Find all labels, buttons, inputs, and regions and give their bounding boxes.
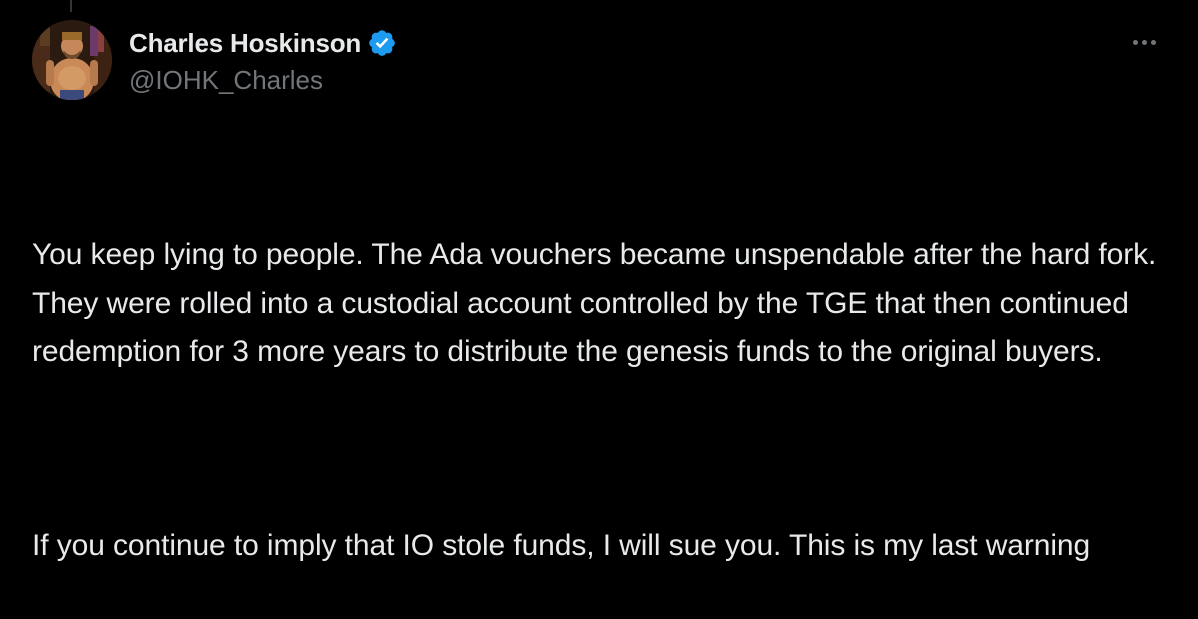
verified-badge-icon[interactable] bbox=[367, 28, 397, 58]
tweet-paragraph: You keep lying to people. The Ada vouche… bbox=[32, 238, 1164, 368]
avatar-image bbox=[32, 20, 112, 100]
author-display-name[interactable]: Charles Hoskinson bbox=[129, 28, 361, 59]
more-options-icon[interactable] bbox=[1124, 30, 1164, 54]
thread-connector-line bbox=[70, 0, 72, 12]
tweet-paragraph: If you continue to imply that IO stole f… bbox=[32, 529, 1091, 562]
more-dot bbox=[1141, 39, 1147, 45]
tweet-text: You keep lying to people. The Ada vouche… bbox=[32, 134, 1172, 619]
author-handle[interactable]: @IOHK_Charles bbox=[129, 65, 397, 96]
avatar[interactable] bbox=[32, 20, 112, 100]
tweet-header: Charles Hoskinson @IOHK_Charles bbox=[129, 26, 397, 96]
more-dot bbox=[1132, 39, 1138, 45]
more-dot bbox=[1150, 39, 1156, 45]
author-name-row: Charles Hoskinson bbox=[129, 26, 397, 60]
